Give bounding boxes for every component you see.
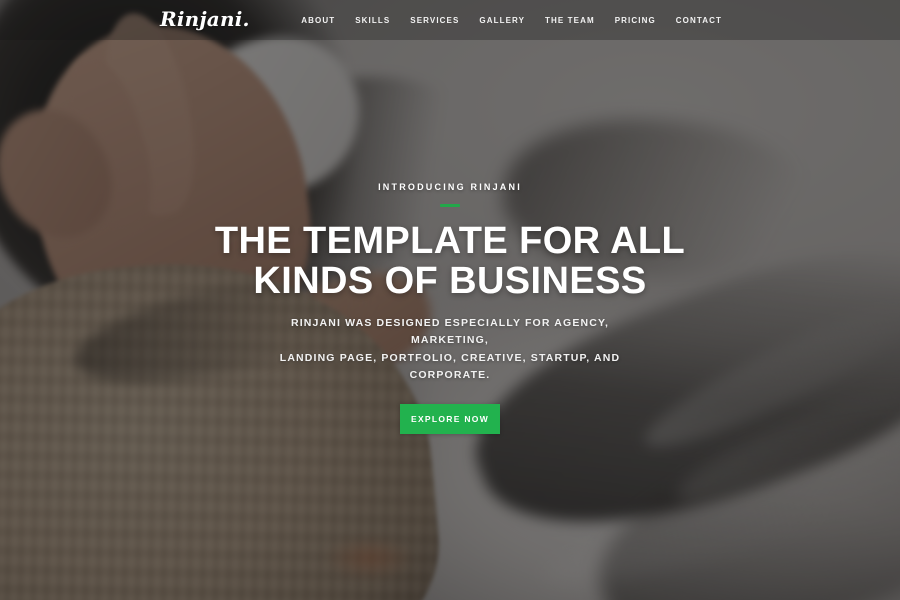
hero-subtitle-line-1: RINJANI WAS DESIGNED ESPECIALLY FOR AGEN… (290, 317, 610, 347)
landing-page: Rinjani. ABOUT SKILLS SERVICES GALLERY T… (0, 0, 900, 600)
nav-item-about[interactable]: ABOUT (301, 16, 335, 25)
hero-divider (440, 203, 460, 207)
nav-item-pricing[interactable]: PRICING (615, 16, 656, 25)
nav-item-contact[interactable]: CONTACT (676, 16, 722, 25)
site-logo[interactable]: Rinjani. (160, 7, 250, 31)
hero-eyebrow: INTRODUCING RINJANI (378, 181, 522, 192)
hero-headline-line-1: THE TEMPLATE FOR ALL (214, 219, 686, 262)
hero-headline-line-2: KINDS OF BUSINESS (253, 259, 647, 302)
nav-item-skills[interactable]: SKILLS (355, 16, 390, 25)
main-navigation: ABOUT SKILLS SERVICES GALLERY THE TEAM P… (301, 0, 722, 40)
explore-now-button[interactable]: EXPLORE NOW (400, 404, 500, 435)
hero-headline: THE TEMPLATE FOR ALL KINDS OF BUSINESS (214, 219, 686, 302)
nav-item-gallery[interactable]: GALLERY (479, 16, 525, 25)
hero-subtitle: RINJANI WAS DESIGNED ESPECIALLY FOR AGEN… (270, 315, 630, 384)
nav-item-services[interactable]: SERVICES (410, 16, 459, 25)
nav-item-the-team[interactable]: THE TEAM (545, 16, 595, 25)
hero-subtitle-line-2: LANDING PAGE, PORTFOLIO, CREATIVE, START… (279, 351, 621, 382)
hero-section: INTRODUCING RINJANI THE TEMPLATE FOR ALL… (0, 0, 900, 600)
site-header: Rinjani. ABOUT SKILLS SERVICES GALLERY T… (0, 0, 900, 40)
